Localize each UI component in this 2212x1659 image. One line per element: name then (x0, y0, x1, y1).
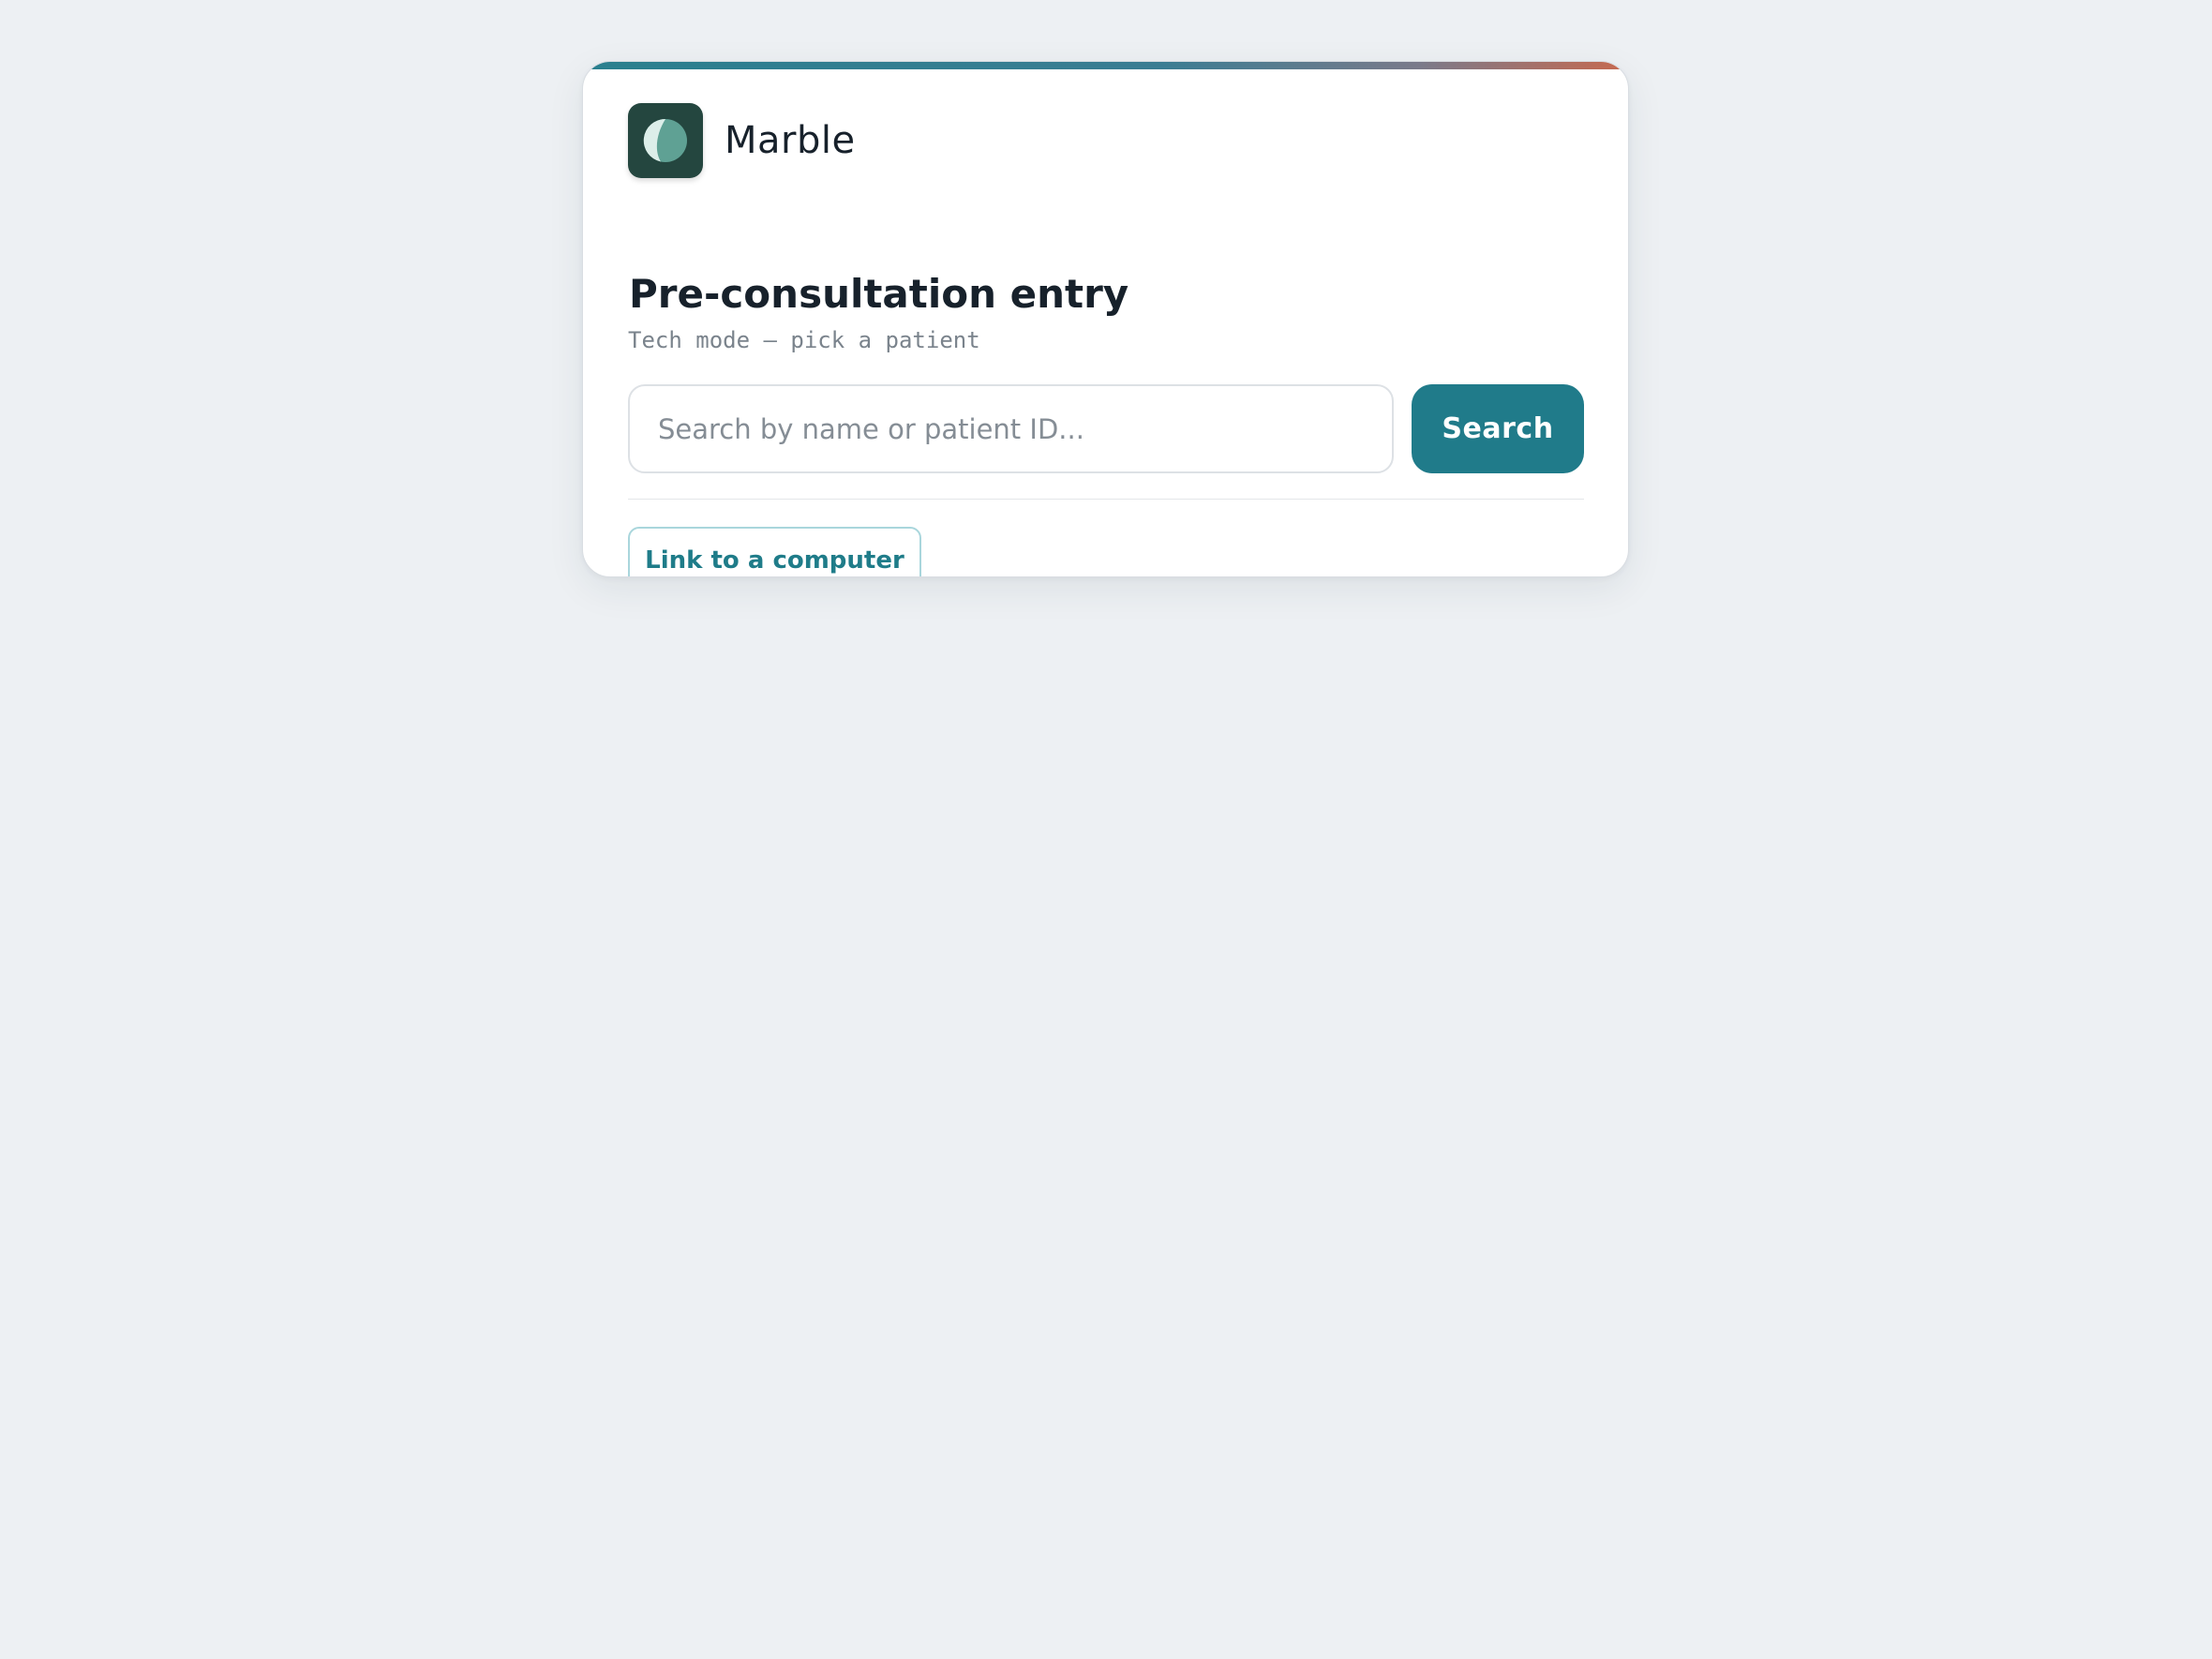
half-moon-circle-icon (628, 103, 703, 178)
search-button[interactable]: Search (1412, 384, 1584, 473)
brand-name: Marble (725, 119, 856, 162)
page-title: Pre-consultation entry (629, 271, 1129, 317)
page-subtitle: Tech mode — pick a patient (628, 327, 980, 353)
patient-search-input[interactable] (628, 384, 1394, 473)
link-computer-button[interactable]: Link to a computer (628, 527, 921, 576)
patient-entry-card: Marble Pre-consultation entry Tech mode … (582, 61, 1629, 577)
accent-gradient-bar (583, 62, 1628, 69)
brand-header: Marble (628, 103, 856, 178)
divider (628, 499, 1584, 500)
